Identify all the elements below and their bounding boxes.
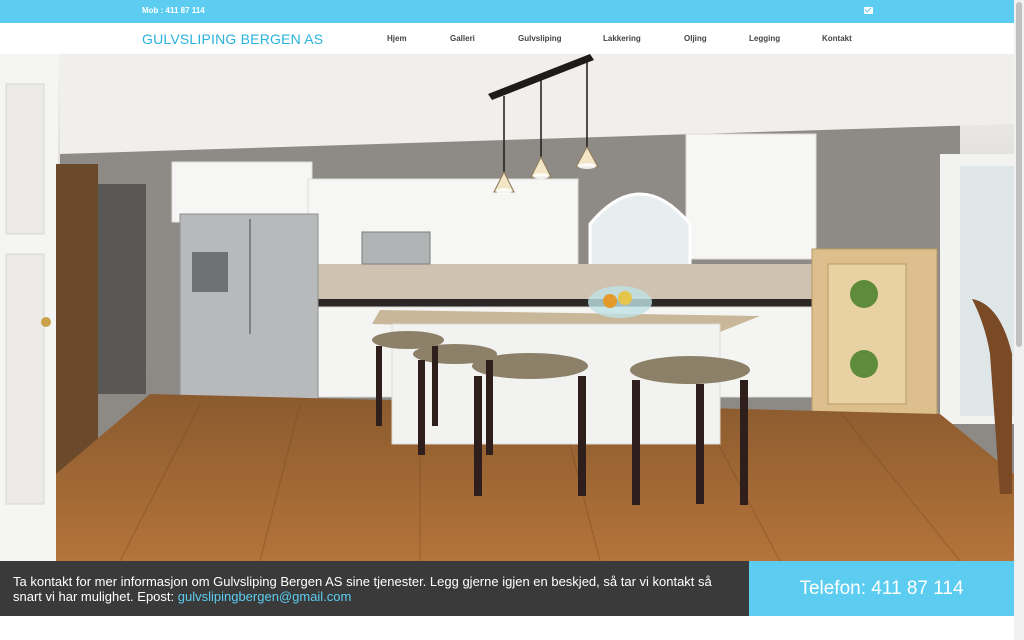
navigation-bar: GULVSLIPING BERGEN AS Hjem Galleri Gulvs… xyxy=(0,23,1014,54)
nav-item-hjem[interactable]: Hjem xyxy=(387,34,407,43)
scrollbar-thumb[interactable] xyxy=(1016,2,1022,347)
phone-box[interactable]: Telefon: 411 87 114 xyxy=(749,561,1014,616)
nav-item-legging[interactable]: Legging xyxy=(749,34,780,43)
scrollbar[interactable] xyxy=(1014,0,1024,640)
envelope-icon[interactable] xyxy=(864,7,873,14)
top-bar: Mob : 411 87 114 xyxy=(0,0,1014,23)
kitchen-photo xyxy=(0,54,1014,561)
contact-info-text: Ta kontakt for mer informasjon om Gulvsl… xyxy=(13,574,712,604)
nav-item-kontakt[interactable]: Kontakt xyxy=(822,34,852,43)
contact-info-bar: Ta kontakt for mer informasjon om Gulvsl… xyxy=(0,561,749,616)
nav-item-galleri[interactable]: Galleri xyxy=(450,34,475,43)
email-link[interactable]: gulvslipingbergen@gmail.com xyxy=(178,589,352,604)
nav-item-gulvsliping[interactable]: Gulvsliping xyxy=(518,34,562,43)
brand-logo[interactable]: GULVSLIPING BERGEN AS xyxy=(142,31,323,47)
nav-item-oljing[interactable]: Oljing xyxy=(684,34,707,43)
mobile-number: Mob : 411 87 114 xyxy=(142,6,205,15)
page: Mob : 411 87 114 GULVSLIPING BERGEN AS H… xyxy=(0,0,1024,640)
phone-label: Telefon: 411 87 114 xyxy=(799,578,964,599)
nav-item-lakkering[interactable]: Lakkering xyxy=(603,34,641,43)
